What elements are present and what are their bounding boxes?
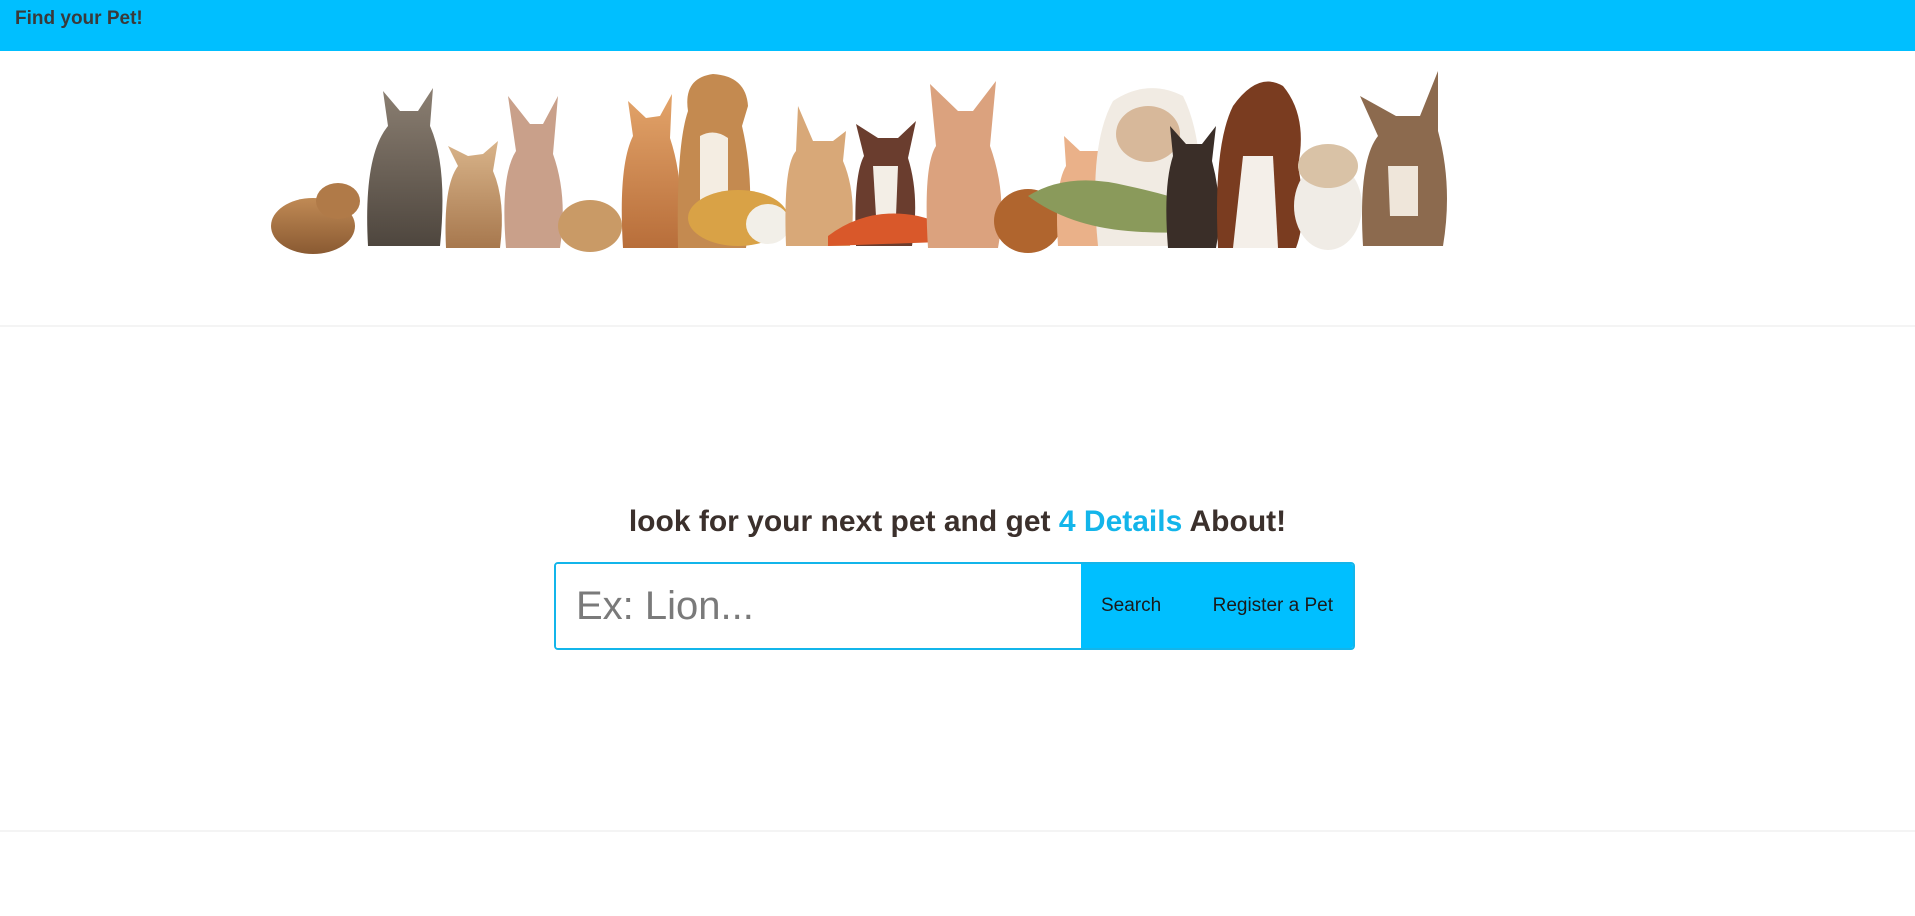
hero-headline: look for your next pet and get 4 Details…	[0, 505, 1915, 539]
headline-accent: 4 Details	[1058, 505, 1183, 538]
navbar: Find your Pet!	[0, 0, 1915, 51]
headline-prefix: look for your next pet and get	[628, 505, 1059, 538]
headline-suffix: About!	[1182, 505, 1287, 538]
pets-banner-image	[271, 71, 1447, 254]
search-button[interactable]: Search	[1101, 595, 1161, 617]
search-input[interactable]	[556, 564, 1081, 648]
search-bar: Search Register a Pet	[554, 562, 1355, 650]
section-divider-top	[0, 325, 1915, 327]
search-actions: Search Register a Pet	[1081, 564, 1353, 648]
section-divider-bottom	[0, 830, 1915, 832]
register-pet-button[interactable]: Register a Pet	[1213, 595, 1333, 617]
brand-title[interactable]: Find your Pet!	[15, 8, 143, 30]
